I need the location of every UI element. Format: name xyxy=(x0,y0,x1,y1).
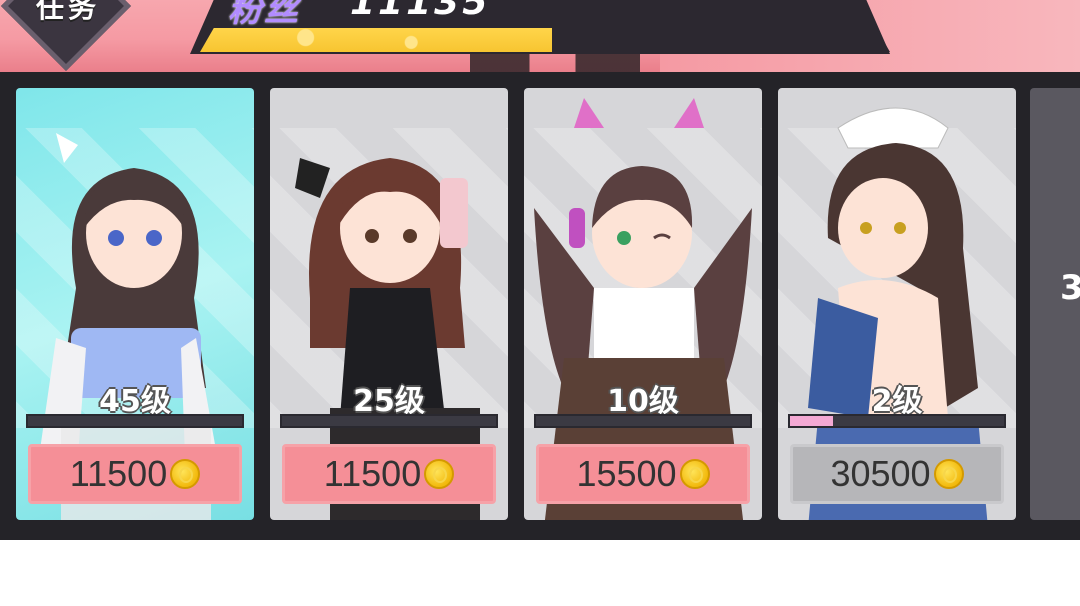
level-progress-bar xyxy=(788,414,1006,428)
coin-icon xyxy=(933,459,964,489)
upgrade-price-button[interactable]: 11500 xyxy=(282,444,496,504)
upgrade-price-button[interactable]: 15500 xyxy=(536,444,750,504)
level-progress-bar xyxy=(534,414,752,428)
fans-label: 粉丝 xyxy=(228,0,300,30)
top-banner: 任务 粉丝 11135 xyxy=(0,0,1080,72)
fans-progress-bar xyxy=(200,28,890,52)
task-badge-label: 任务 xyxy=(36,0,101,24)
upgrade-price-button[interactable]: 11500 xyxy=(28,444,242,504)
character-card[interactable]: 2级 30500 xyxy=(778,88,1016,520)
price-value: 30500 xyxy=(830,453,931,494)
coin-icon xyxy=(679,459,710,489)
level-progress-bar xyxy=(280,414,498,428)
fans-value: 11135 xyxy=(350,0,491,23)
character-card-partial[interactable]: 3 xyxy=(1030,88,1080,520)
price-value: 15500 xyxy=(576,453,677,494)
game-screen: 任务 粉丝 11135 45级 11500 25级 11500 10级 1550… xyxy=(0,0,1080,540)
character-card[interactable]: 10级 15500 xyxy=(524,88,762,520)
level-progress-bar xyxy=(26,414,244,428)
coin-icon xyxy=(170,459,201,489)
character-card[interactable]: 45级 11500 xyxy=(16,88,254,520)
price-value: 11500 xyxy=(323,453,422,494)
fans-progress-fill xyxy=(200,28,552,52)
character-card-list[interactable]: 45级 11500 25级 11500 10级 15500 2级 30500 3 xyxy=(0,88,1080,524)
partial-level-label: 3 xyxy=(1060,268,1080,308)
upgrade-price-button[interactable]: 30500 xyxy=(790,444,1004,504)
price-value: 11500 xyxy=(69,453,168,494)
coin-icon xyxy=(424,459,455,489)
level-progress-fill xyxy=(790,416,833,426)
character-card[interactable]: 25级 11500 xyxy=(270,88,508,520)
